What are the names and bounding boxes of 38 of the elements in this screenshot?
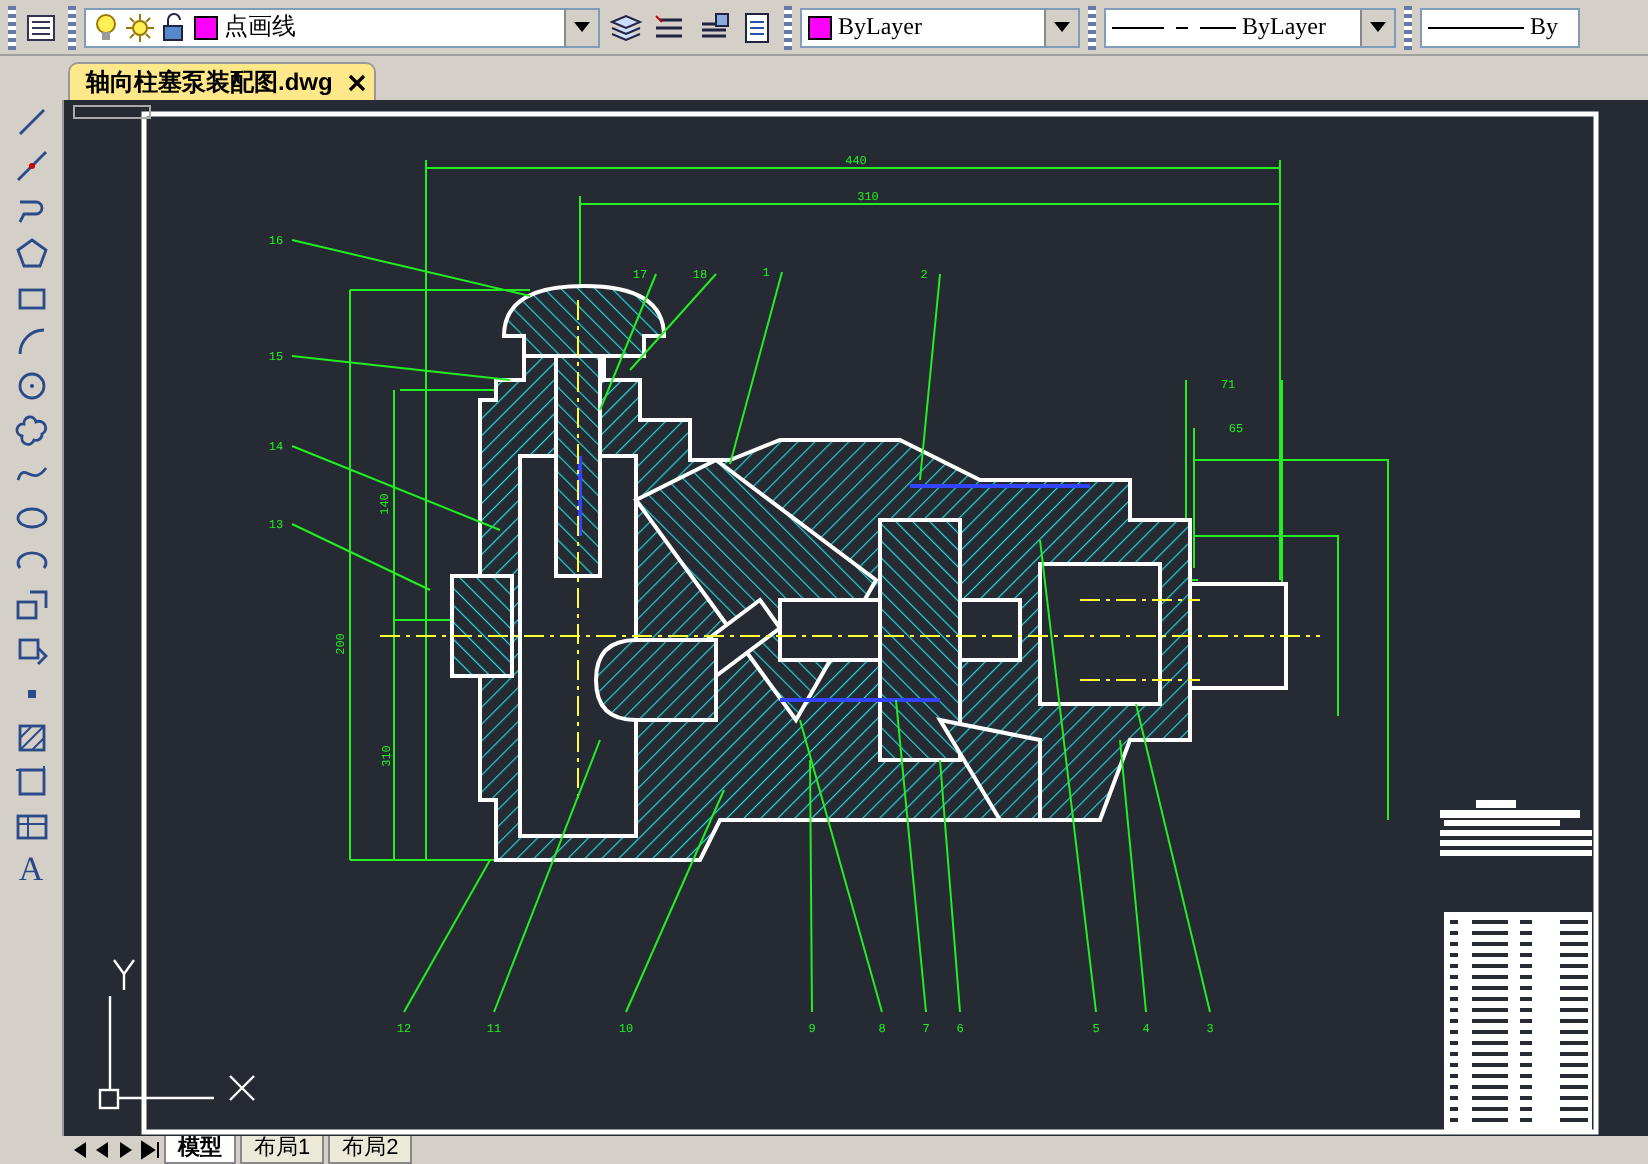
revision-cloud-icon[interactable] bbox=[13, 412, 49, 448]
layer-properties-icon[interactable] bbox=[24, 9, 60, 45]
layer-dropdown[interactable]: 点画线 bbox=[84, 7, 600, 47]
lightbulb-icon bbox=[92, 11, 120, 43]
lineweight-sample-icon bbox=[1428, 21, 1524, 33]
sun-icon bbox=[126, 11, 154, 43]
arc-icon[interactable] bbox=[13, 324, 49, 360]
layer-stack-icon[interactable] bbox=[608, 9, 644, 45]
polygon-icon[interactable] bbox=[13, 236, 49, 272]
text-tool[interactable]: A bbox=[18, 852, 44, 888]
insert-block-icon[interactable] bbox=[13, 588, 49, 624]
hatch-icon[interactable] bbox=[13, 720, 49, 756]
padlock-icon bbox=[160, 11, 188, 43]
layer-color-swatch bbox=[194, 15, 218, 39]
construction-line-icon[interactable] bbox=[13, 148, 49, 184]
close-icon[interactable] bbox=[348, 73, 367, 91]
previous-tab-icon[interactable] bbox=[92, 1140, 112, 1160]
caret-icon bbox=[1370, 22, 1386, 32]
color-swatch bbox=[808, 15, 832, 39]
linetype-sample-icon bbox=[1112, 21, 1236, 33]
layout-tab[interactable]: 布局1 bbox=[240, 1136, 325, 1164]
layer-name: 点画线 bbox=[224, 10, 296, 44]
caret-icon bbox=[574, 22, 590, 32]
color-dropdown[interactable]: ByLayer bbox=[800, 7, 1080, 47]
layout-tab[interactable]: 模型 bbox=[164, 1136, 236, 1164]
linetype-dropdown[interactable]: ByLayer bbox=[1104, 7, 1396, 47]
lineweight-dropdown[interactable]: By bbox=[1420, 7, 1580, 47]
ucs-icon bbox=[98, 958, 256, 1110]
linetype-value: ByLayer bbox=[1242, 12, 1326, 42]
caret-icon bbox=[1054, 22, 1070, 32]
layout-tab[interactable]: 布局2 bbox=[328, 1136, 413, 1164]
lineweight-value: By bbox=[1530, 12, 1559, 42]
color-value: ByLayer bbox=[838, 12, 922, 42]
document-tab[interactable]: 轴向柱塞泵装配图.dwg bbox=[68, 62, 377, 100]
circle-icon[interactable] bbox=[13, 368, 49, 404]
next-tab-icon[interactable] bbox=[116, 1140, 136, 1160]
region-icon[interactable] bbox=[13, 764, 49, 800]
last-tab-icon[interactable] bbox=[140, 1140, 160, 1160]
